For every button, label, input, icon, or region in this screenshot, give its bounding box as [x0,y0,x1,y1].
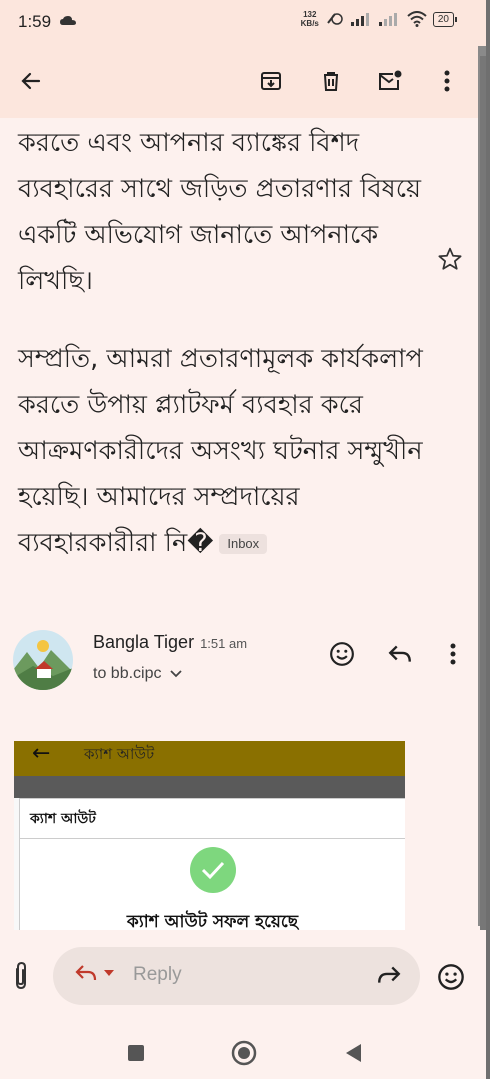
recents-icon[interactable] [127,1044,145,1062]
screenshot-header: ← ক্যাশ আউট [14,741,405,776]
more-vert-icon[interactable] [432,66,462,96]
home-icon[interactable] [231,1040,257,1066]
success-check-icon [190,847,236,893]
recipient-details[interactable]: to bb.cipc [93,665,182,683]
message-more-icon[interactable] [438,639,468,669]
chevron-down-icon[interactable] [170,670,182,678]
reply-bar[interactable]: Reply [53,947,420,1005]
wifi-icon [407,11,427,27]
nav-back-icon[interactable] [343,1042,363,1064]
side-edge [486,0,490,1079]
cloud-icon [60,16,76,25]
status-icons: 132 KB/s 20 [300,10,458,28]
avatar[interactable] [13,630,73,690]
reply-mode-selector[interactable] [73,963,115,983]
bottom-area: Reply [0,930,490,1079]
inbox-label-chip[interactable]: Inbox [219,534,268,554]
add-reaction-icon[interactable] [327,639,357,669]
email-body: করতে এবং আপনার ব্যাঙ্কের বিশদ ব্যবহারের … [18,120,438,598]
emoji-reaction-icon[interactable] [437,963,465,991]
screenshot-header-title: ক্যাশ আউট [84,745,155,763]
screenshot-card-title: ক্যাশ আউট [30,811,96,827]
reply-dropdown-icon [104,970,114,976]
archive-icon[interactable] [256,66,286,96]
email-paragraph-2: সম্প্রতি, আমরা প্রতারণামূলক কার্যকলাপ কর… [18,344,423,558]
forward-icon[interactable] [376,964,402,986]
reply-input[interactable]: Reply [133,964,182,986]
battery-icon: 20 [432,11,458,27]
signal-icon-2 [378,13,397,26]
email-paragraph-1: করতে এবং আপনার ব্যাঙ্কের বিশদ ব্যবহারের … [18,128,421,296]
status-time: 1:59 [18,12,52,31]
sender-name: Bangla Tiger 1:51 am [93,632,248,652]
status-bar: 1:59 132 KB/s 20 [0,0,490,46]
screenshot-band [14,776,405,798]
delete-icon[interactable] [316,66,346,96]
star-icon[interactable] [437,246,463,276]
screenshot-success-text: ক্যাশ আউট সফল হয়েছে [126,912,299,930]
screenshot-card: ক্যাশ আউট [19,798,405,840]
signal-icon [350,13,369,26]
screenshot-body: ক্যাশ আউট সফল হয়েছে [19,838,405,930]
reply-arrow-icon [75,965,97,981]
volte-icon [327,13,343,25]
sender-row[interactable]: Bangla Tiger 1:51 am to bb.cipc [0,625,478,695]
system-nav-bar [0,1026,490,1079]
sender-time: 1:51 am [200,636,248,651]
back-arrow-icon[interactable] [16,66,46,96]
attachment-clip-icon[interactable] [10,961,32,991]
attached-screenshot[interactable]: ← ক্যাশ আউট ক্যাশ আউট ক্যাশ আউট সফল হয়ে… [14,741,405,930]
reply-icon[interactable] [385,639,415,669]
network-speed: 132 KB/s [300,10,319,28]
screenshot-back-arrow-icon: ← [32,741,51,766]
app-bar [0,46,478,118]
mark-unread-icon[interactable] [375,66,405,96]
